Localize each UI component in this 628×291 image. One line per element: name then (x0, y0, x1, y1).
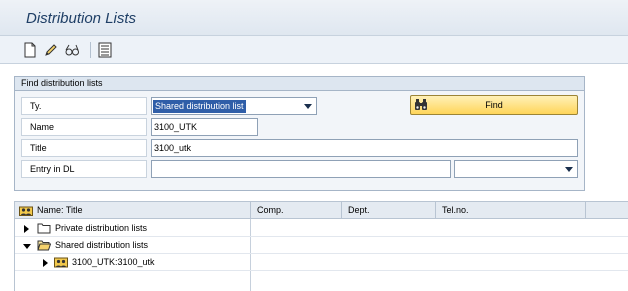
entry-in-dl-input[interactable] (151, 160, 451, 178)
find-distribution-lists-group: Find distribution lists Ty. Shared distr… (14, 76, 585, 191)
find-button[interactable]: Find (410, 95, 578, 115)
type-selected-value: Shared distribution list (153, 100, 246, 113)
name-input[interactable]: 3100_UTK (151, 118, 258, 136)
column-header-name-title[interactable]: Name: Title (15, 202, 251, 219)
tree-row-private-lists[interactable]: Private distribution lists (15, 220, 628, 237)
entry-type-select[interactable] (454, 160, 578, 178)
tree-header: Name: Title Comp. Dept. Tel.no. (15, 202, 628, 219)
application-toolbar (0, 36, 628, 64)
find-button-label: Find (485, 100, 503, 110)
type-label: Ty. (21, 97, 147, 115)
new-document-icon[interactable] (22, 42, 38, 58)
group-title: Find distribution lists (15, 77, 584, 91)
tree-row-label: Private distribution lists (55, 223, 148, 233)
chevron-down-icon[interactable] (304, 104, 312, 109)
entry-in-dl-label: Entry in DL (21, 160, 147, 178)
column-header-telno[interactable]: Tel.no. (436, 202, 586, 219)
toolbar-separator (90, 42, 91, 58)
page-title: Distribution Lists (26, 10, 137, 27)
group-users-icon (19, 206, 33, 216)
title-bar: Distribution Lists (0, 0, 628, 36)
title-input[interactable]: 3100_utk (151, 139, 578, 157)
tree-row-shared-lists[interactable]: Shared distribution lists (15, 237, 628, 254)
glasses-display-icon[interactable] (64, 42, 80, 58)
list-overview-icon[interactable] (97, 42, 113, 58)
type-select[interactable]: Shared distribution list (151, 97, 317, 115)
group-users-icon (54, 257, 68, 268)
tree-row-3100-utk[interactable]: 3100_UTK:3100_utk (15, 254, 628, 271)
title-label: Title (21, 139, 147, 157)
column-header-comp[interactable]: Comp. (251, 202, 342, 219)
column-header-dept[interactable]: Dept. (342, 202, 436, 219)
folder-icon (37, 223, 51, 234)
name-label: Name (21, 118, 147, 136)
column-name-title-label: Name: Title (37, 205, 83, 215)
open-folder-icon (37, 240, 51, 251)
collapse-arrow-icon[interactable] (23, 244, 31, 249)
tree-row-label: Shared distribution lists (55, 240, 149, 250)
binoculars-icon (415, 99, 427, 110)
tree-row-label: 3100_UTK:3100_utk (72, 257, 155, 267)
distribution-list-tree: Name: Title Comp. Dept. Tel.no. Private … (14, 201, 628, 291)
expand-arrow-icon[interactable] (43, 259, 48, 267)
edit-pencil-icon[interactable] (43, 42, 59, 58)
chevron-down-icon[interactable] (565, 167, 573, 172)
expand-arrow-icon[interactable] (24, 225, 29, 233)
